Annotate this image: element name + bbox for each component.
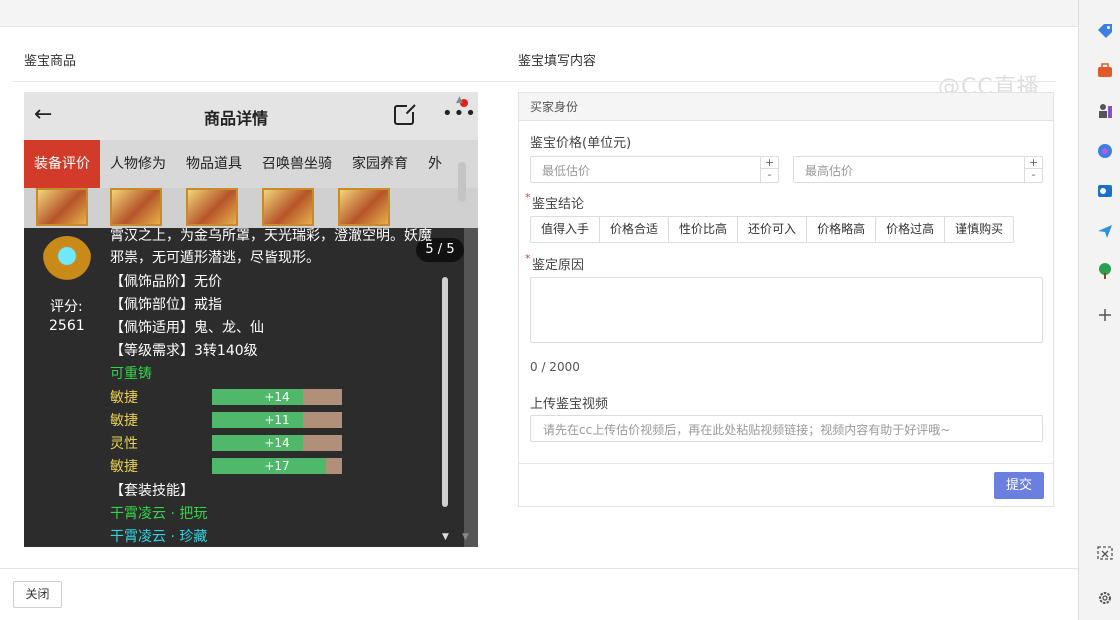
conclusion-option[interactable]: 谨慎购买 <box>945 217 1014 242</box>
conclusion-option[interactable]: 值得入手 <box>531 217 601 242</box>
tree-icon[interactable] <box>1096 262 1114 280</box>
section-divider <box>12 81 1056 82</box>
score-value: 2561 <box>49 318 85 334</box>
share-icon[interactable] <box>394 103 416 125</box>
equipment-thumbnail[interactable] <box>338 188 390 226</box>
phone-title: 商品详情 <box>203 109 268 128</box>
conclusion-label: 鉴宝结论 <box>525 191 584 212</box>
appraisal-form: 买家身份 鉴宝价格(单位元) 最低估价 +- 最高估价 +- 鉴宝结论 值得入手… <box>518 92 1054 507</box>
more-icon[interactable]: ••• <box>442 103 477 124</box>
tab-items[interactable]: 物品道具 <box>176 140 252 188</box>
item-prop: 【等级需求】3转140级 <box>110 343 258 359</box>
equipment-thumbnail[interactable] <box>186 188 238 226</box>
settings-icon[interactable] <box>1096 589 1114 607</box>
screenshot-icon[interactable] <box>1096 544 1114 562</box>
min-price-stepper[interactable]: + - <box>760 157 778 182</box>
video-label: 上传鉴宝视频 <box>530 397 609 412</box>
decrement-icon[interactable]: - <box>761 169 778 181</box>
ring-icon <box>42 236 92 286</box>
min-price-placeholder: 最低估价 <box>542 164 591 178</box>
item-prop: 【佩饰品阶】无价 <box>110 274 222 290</box>
stat-name: 灵性 <box>110 436 138 452</box>
scroll-down-arrow-icon[interactable]: ▼ <box>462 532 469 542</box>
stat-value: +14 <box>264 390 290 404</box>
tab-summons[interactable]: 召唤兽坐骑 <box>252 140 342 188</box>
stat-bar: +14 <box>212 435 342 451</box>
plus-icon[interactable] <box>1096 306 1114 324</box>
form-divider <box>519 463 1053 464</box>
item-prop: 【佩饰部位】戒指 <box>110 297 222 313</box>
set-skill-item: 干霄凌云 · 珍藏 <box>110 529 208 545</box>
conclusion-option[interactable]: 价格合适 <box>600 217 670 242</box>
max-price-stepper[interactable]: + - <box>1024 157 1042 182</box>
conclusion-options: 值得入手 价格合适 性价比高 还价可入 价格略高 价格过高 谨慎购买 <box>530 216 1015 243</box>
phone-header: ← 商品详情 ••• <box>24 92 478 140</box>
stat-name: 敏捷 <box>110 413 138 429</box>
decrement-icon[interactable]: - <box>1025 169 1042 181</box>
reason-char-counter: 0 / 2000 <box>530 360 580 374</box>
inner-scrollbar-thumb[interactable] <box>442 277 448 507</box>
stat-bar: +11 <box>212 412 342 428</box>
score-label: 评分: <box>50 299 83 315</box>
price-label: 鉴宝价格(单位元) <box>530 136 632 151</box>
equipment-thumbnail[interactable] <box>110 188 162 226</box>
equipment-thumbnail[interactable] <box>36 188 88 226</box>
max-price-placeholder: 最高估价 <box>805 164 854 178</box>
reason-textarea[interactable] <box>530 277 1043 343</box>
send-icon[interactable] <box>1096 222 1114 240</box>
buyer-identity-header: 买家身份 <box>519 93 1053 121</box>
tab-home[interactable]: 家园养育 <box>342 140 418 188</box>
item-preview[interactable]: ← 商品详情 ••• 装备评价 人物修为 物品道具 召唤兽坐骑 家园养育 外 评… <box>24 92 478 547</box>
stat-value: +17 <box>264 459 290 473</box>
copilot-icon[interactable] <box>1096 142 1114 160</box>
recast-label: 可重铸 <box>110 366 152 382</box>
close-button[interactable]: 关闭 <box>13 581 62 608</box>
conclusion-option[interactable]: 价格略高 <box>807 217 877 242</box>
stat-value: +14 <box>264 436 290 450</box>
set-skill-item: 干霄凌云 · 把玩 <box>110 506 208 522</box>
tab-more[interactable]: 外 <box>418 140 452 188</box>
item-tooltip: 评分: 2561 5 / 5 霄汉之上，为金乌所罩，天光瑞彩，澄澈空明。妖魔邪祟… <box>24 228 464 547</box>
stat-value: +11 <box>264 413 290 427</box>
item-prop: 【佩饰适用】鬼、龙、仙 <box>110 320 264 336</box>
stat-bar: +17 <box>212 458 342 474</box>
equipment-thumbnail[interactable] <box>262 188 314 226</box>
outer-scrollbar-thumb[interactable] <box>458 162 466 202</box>
tag-icon[interactable] <box>1096 22 1114 40</box>
stat-name: 敏捷 <box>110 390 138 406</box>
item-description: 霄汉之上，为金乌所罩，天光瑞彩，澄澈空明。妖魔邪祟，无可遁形潜逃，尽皆现形。 <box>110 228 432 266</box>
equipment-strip <box>24 188 478 228</box>
tab-equipment[interactable]: 装备评价 <box>24 140 100 188</box>
left-section-title: 鉴宝商品 <box>24 54 77 69</box>
top-bar <box>0 0 1078 27</box>
briefcase-icon[interactable] <box>1096 62 1114 80</box>
video-link-input[interactable]: 请先在cc上传估价视频后，再在此处粘贴视频链接；视频内容有助于好评哦~ <box>530 415 1043 442</box>
tab-character[interactable]: 人物修为 <box>100 140 176 188</box>
conclusion-option[interactable]: 性价比高 <box>669 217 739 242</box>
stat-bar: +14 <box>212 389 342 405</box>
conclusion-option[interactable]: 价格过高 <box>876 217 946 242</box>
submit-button[interactable]: 提交 <box>994 472 1044 499</box>
video-link-placeholder: 请先在cc上传估价视频后，再在此处粘贴视频链接；视频内容有助于好评哦~ <box>543 423 951 437</box>
stat-name: 敏捷 <box>110 459 138 475</box>
right-section-title: 鉴宝填写内容 <box>518 54 597 69</box>
conclusion-option[interactable]: 还价可入 <box>738 217 808 242</box>
max-price-input[interactable]: 最高估价 + - <box>793 156 1043 183</box>
min-price-input[interactable]: 最低估价 + - <box>530 156 779 183</box>
reason-label: 鉴定原因 <box>525 252 584 273</box>
scroll-up-arrow-icon[interactable]: ▲ <box>456 95 463 105</box>
chess-icon[interactable] <box>1096 102 1114 120</box>
inner-scroll-down-arrow-icon[interactable]: ▼ <box>442 532 449 542</box>
set-skill-title: 【套装技能】 <box>110 483 194 499</box>
category-tabs: 装备评价 人物修为 物品道具 召唤兽坐骑 家园养育 外 <box>24 140 478 188</box>
browser-sidebar <box>1078 0 1120 620</box>
appraisal-dialog: 鉴宝商品 鉴宝填写内容 @CC直播 ← 商品详情 ••• 装备评价 人物修为 物… <box>0 27 1078 620</box>
footer-divider <box>0 568 1078 569</box>
outlook-icon[interactable] <box>1096 182 1114 200</box>
